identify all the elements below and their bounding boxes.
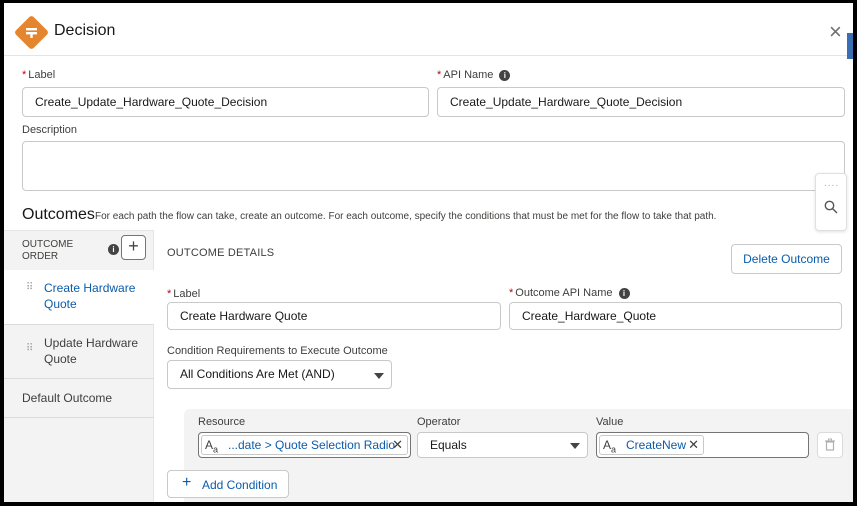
chevron-down-icon bbox=[374, 373, 384, 379]
required-mark: * bbox=[437, 69, 442, 81]
remove-icon[interactable]: ✕ bbox=[688, 436, 699, 454]
operator-caption: Operator bbox=[417, 416, 461, 428]
close-icon[interactable]: × bbox=[829, 21, 842, 43]
value-field[interactable]: Aa CreateNew ✕ bbox=[596, 432, 809, 458]
resource-value: ...date > Quote Selection Radio bbox=[228, 438, 396, 452]
value-value: CreateNew bbox=[626, 438, 687, 452]
outcome-item-label-line2: Quote bbox=[44, 352, 77, 366]
info-icon[interactable]: i bbox=[618, 287, 630, 299]
value-caption: Value bbox=[596, 416, 624, 428]
api-name-input[interactable]: Create_Update_Hardware_Quote_Decision bbox=[437, 87, 845, 117]
api-name-caption: * API Name i bbox=[437, 69, 511, 81]
operator-select[interactable]: Equals bbox=[417, 432, 588, 458]
canvas-tools-panel: .... bbox=[815, 173, 847, 231]
value-pill[interactable]: Aa CreateNew ✕ bbox=[599, 435, 704, 455]
outcome-api-name-caption-text: Outcome API Name bbox=[515, 287, 613, 299]
trash-icon bbox=[825, 438, 835, 451]
outcome-item-label: Create Hardware Quote bbox=[44, 280, 135, 312]
chevron-down-icon bbox=[570, 443, 580, 449]
modal-header: Decision × bbox=[4, 3, 853, 59]
drag-grip-icon[interactable]: ⠿ bbox=[26, 282, 33, 293]
label-input[interactable]: Create_Update_Hardware_Quote_Decision bbox=[22, 87, 429, 117]
info-icon[interactable]: i bbox=[499, 69, 511, 81]
operator-value: Equals bbox=[430, 438, 467, 452]
label-caption-text: Label bbox=[28, 69, 56, 81]
outcome-order-panel: OUTCOME ORDER i + ⠿ Create Hardware Quot… bbox=[4, 230, 154, 502]
outcome-details-header: OUTCOME DETAILS bbox=[167, 247, 275, 259]
text-type-icon: Aa bbox=[603, 438, 617, 455]
add-condition-button[interactable]: + Add Condition bbox=[167, 470, 289, 498]
label-caption: * Label bbox=[22, 69, 55, 81]
resource-pill[interactable]: Aa ...date > Quote Selection Radio ✕ bbox=[201, 435, 408, 455]
remove-icon[interactable]: ✕ bbox=[392, 436, 403, 454]
search-icon[interactable] bbox=[824, 200, 838, 214]
modal-title: Decision bbox=[54, 22, 116, 39]
outcome-item-create-hardware-quote[interactable]: ⠿ Create Hardware Quote bbox=[4, 270, 154, 325]
outcome-api-name-input[interactable]: Create_Hardware_Quote bbox=[509, 302, 842, 330]
outcome-order-header-line2: ORDER bbox=[22, 251, 59, 262]
delete-outcome-button[interactable]: Delete Outcome bbox=[731, 244, 842, 274]
outcome-order-header: OUTCOME ORDER bbox=[22, 239, 73, 263]
outcome-order-header-line1: OUTCOME bbox=[22, 239, 74, 250]
text-type-icon: Aa bbox=[205, 438, 219, 455]
resource-caption: Resource bbox=[198, 416, 246, 428]
decision-icon bbox=[13, 14, 50, 51]
plus-icon: + bbox=[182, 474, 192, 491]
outcome-item-label-line1: Update Hardware bbox=[44, 336, 139, 350]
condition-requirements-select[interactable]: All Conditions Are Met (AND) bbox=[167, 360, 392, 389]
add-condition-label: Add Condition bbox=[202, 478, 278, 492]
condition-requirements-value: All Conditions Are Met (AND) bbox=[180, 367, 335, 381]
outcome-item-label-line2: Quote bbox=[44, 297, 77, 311]
drag-grip-icon[interactable]: ⠿ bbox=[26, 343, 33, 354]
outcomes-description: For each path the flow can take, create … bbox=[95, 211, 717, 222]
outcome-label-caption: * Label bbox=[167, 288, 200, 300]
outcome-item-label-line1: Create Hardware bbox=[44, 281, 136, 295]
api-name-caption-text: API Name bbox=[443, 69, 494, 81]
outcome-item-default[interactable]: Default Outcome bbox=[4, 379, 154, 418]
scrollbar-thumb[interactable] bbox=[847, 33, 853, 59]
outcome-label-caption-text: Label bbox=[173, 288, 201, 300]
add-outcome-button[interactable]: + bbox=[121, 235, 146, 260]
delete-condition-button[interactable] bbox=[817, 432, 843, 458]
description-textarea[interactable] bbox=[22, 141, 845, 191]
required-mark: * bbox=[167, 288, 172, 300]
outcome-api-name-caption: * Outcome API Name i bbox=[509, 287, 630, 299]
resource-field[interactable]: Aa ...date > Quote Selection Radio ✕ bbox=[198, 432, 411, 458]
required-mark: * bbox=[22, 69, 27, 81]
outcome-item-label: Update Hardware Quote bbox=[44, 335, 138, 367]
outcome-label-input[interactable]: Create Hardware Quote bbox=[167, 302, 501, 330]
default-outcome-label: Default Outcome bbox=[22, 391, 113, 405]
outcome-item-update-hardware-quote[interactable]: ⠿ Update Hardware Quote bbox=[4, 325, 154, 379]
required-mark: * bbox=[509, 287, 514, 299]
outcomes-title: Outcomes bbox=[22, 206, 95, 223]
condition-requirements-caption: Condition Requirements to Execute Outcom… bbox=[167, 345, 388, 357]
decision-modal: Decision × * Label Create_Update_Hardware… bbox=[0, 0, 857, 506]
drag-handle-icon[interactable]: .... bbox=[824, 178, 839, 189]
info-icon[interactable]: i bbox=[108, 244, 119, 255]
description-caption: Description bbox=[22, 124, 78, 136]
